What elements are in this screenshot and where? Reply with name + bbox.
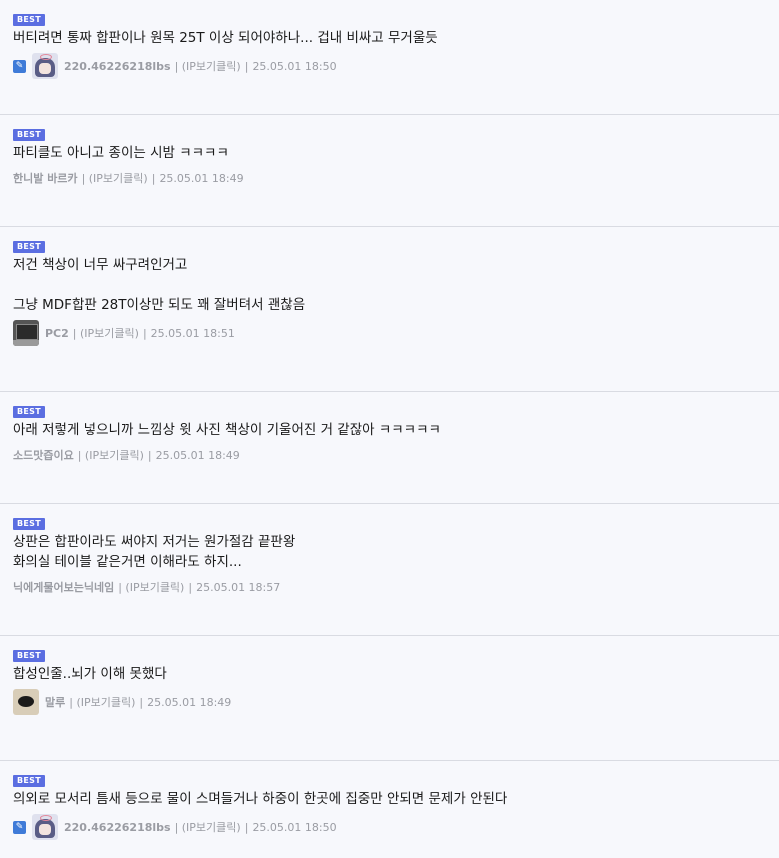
ip-view-link[interactable]: | (IP보기클릭) (82, 170, 148, 186)
author-nickname[interactable]: 220.46226218lbs (64, 60, 171, 73)
meta-separator: | (147, 448, 152, 462)
ip-view-link[interactable]: | (IP보기클릭) (69, 694, 135, 710)
author-nickname[interactable]: 소드맛즙이요 (13, 447, 74, 463)
meta-separator: | (244, 820, 249, 834)
comment-item: BEST 저건 책상이 너무 싸구려인거고 그냥 MDF합판 28T이상만 되도… (0, 227, 779, 392)
comment-meta: ✎ 220.46226218lbs | (IP보기클릭) | 25.05.01 … (13, 814, 767, 840)
comment-text: 합성인줄..뇌가 이해 못했다 (13, 666, 167, 682)
comment-date: 25.05.01 18:50 (252, 59, 337, 73)
comment-meta: 한니발 바르카 | (IP보기클릭) | 25.05.01 18:49 (13, 168, 767, 188)
meta-separator: | (244, 59, 249, 73)
ip-view-link[interactable]: | (IP보기클릭) (175, 819, 241, 835)
author-nickname[interactable]: PC2 (45, 327, 69, 340)
author-nickname[interactable]: 한니발 바르카 (13, 170, 78, 186)
comment-item: BEST 합성인줄..뇌가 이해 못했다 말루 | (IP보기클릭) | 25.… (0, 636, 779, 761)
best-badge: BEST (13, 14, 45, 26)
avatar[interactable] (13, 320, 39, 346)
best-badge: BEST (13, 518, 45, 530)
comment-meta: PC2 | (IP보기클릭) | 25.05.01 18:51 (13, 320, 767, 346)
comment-text: 저건 책상이 너무 싸구려인거고 그냥 MDF합판 28T이상만 되도 꽤 잘버… (13, 257, 306, 313)
comment-text: 파티클도 아니고 종이는 시밤 ㅋㅋㅋㅋ (13, 145, 229, 161)
avatar[interactable] (32, 814, 58, 840)
meta-separator: | (188, 580, 193, 594)
comment-text: 버티려면 통짜 합판이나 원목 25T 이상 되어야하나... 겁내 비싸고 무… (13, 30, 438, 46)
comment-meta: 말루 | (IP보기클릭) | 25.05.01 18:49 (13, 689, 767, 715)
best-badge: BEST (13, 775, 45, 787)
comment-meta: ✎ 220.46226218lbs | (IP보기클릭) | 25.05.01 … (13, 53, 767, 79)
best-badge: BEST (13, 406, 45, 418)
ip-view-link[interactable]: | (IP보기클릭) (78, 447, 144, 463)
comment-date: 25.05.01 18:51 (150, 326, 235, 340)
comment-item: BEST 의외로 모서리 틈새 등으로 물이 스며들거나 하중이 한곳에 집중만… (0, 761, 779, 858)
comment-date: 25.05.01 18:49 (155, 448, 240, 462)
best-badge: BEST (13, 129, 45, 141)
comment-item: BEST 아래 저렇게 넣으니까 느낌상 윗 사진 책상이 기울어진 거 같잖아… (0, 392, 779, 504)
avatar[interactable] (32, 53, 58, 79)
comment-item: BEST 파티클도 아니고 종이는 시밤 ㅋㅋㅋㅋ 한니발 바르카 | (IP보… (0, 115, 779, 227)
comment-item: BEST 버티려면 통짜 합판이나 원목 25T 이상 되어야하나... 겁내 … (0, 0, 779, 115)
meta-separator: | (139, 695, 144, 709)
author-nickname[interactable]: 닉에게물어보는닉네임 (13, 579, 114, 595)
best-comment-list: BEST 버티려면 통짜 합판이나 원목 25T 이상 되어야하나... 겁내 … (0, 0, 779, 858)
meta-separator: | (142, 326, 147, 340)
edit-pen-icon: ✎ (13, 820, 26, 834)
edit-pen-icon: ✎ (13, 59, 26, 73)
comment-meta: 소드맛즙이요 | (IP보기클릭) | 25.05.01 18:49 (13, 445, 767, 465)
comment-date: 25.05.01 18:57 (196, 580, 281, 594)
comment-item: BEST 상판은 합판이라도 써야지 저거는 원가절감 끝판왕 화의실 테이블 … (0, 504, 779, 636)
comment-text: 의외로 모서리 틈새 등으로 물이 스며들거나 하중이 한곳에 집중만 안되면 … (13, 791, 508, 807)
ip-view-link[interactable]: | (IP보기클릭) (175, 58, 241, 74)
author-nickname[interactable]: 말루 (45, 694, 65, 710)
comment-date: 25.05.01 18:50 (252, 820, 337, 834)
comment-date: 25.05.01 18:49 (147, 695, 232, 709)
author-nickname[interactable]: 220.46226218lbs (64, 821, 171, 834)
best-badge: BEST (13, 650, 45, 662)
ip-view-link[interactable]: | (IP보기클릭) (118, 579, 184, 595)
comment-meta: 닉에게물어보는닉네임 | (IP보기클릭) | 25.05.01 18:57 (13, 577, 767, 597)
comment-text: 아래 저렇게 넣으니까 느낌상 윗 사진 책상이 기울어진 거 같잖아 ㅋㅋㅋㅋ… (13, 422, 441, 438)
avatar[interactable] (13, 689, 39, 715)
best-badge: BEST (13, 241, 45, 253)
comment-text: 상판은 합판이라도 써야지 저거는 원가절감 끝판왕 화의실 테이블 같은거면 … (13, 534, 296, 570)
ip-view-link[interactable]: | (IP보기클릭) (73, 325, 139, 341)
comment-date: 25.05.01 18:49 (159, 171, 244, 185)
meta-separator: | (151, 171, 156, 185)
